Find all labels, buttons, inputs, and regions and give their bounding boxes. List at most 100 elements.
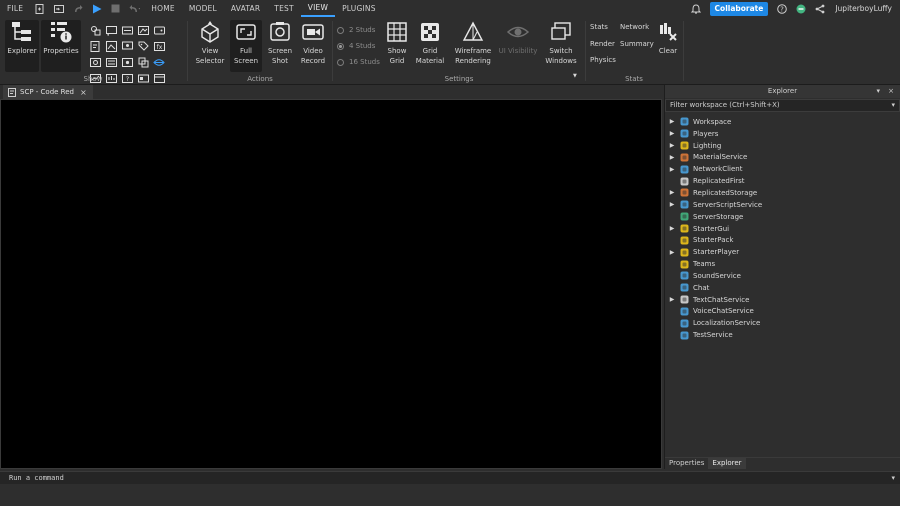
tree-item[interactable]: ▶ ReplicatedStorage	[665, 187, 900, 199]
tab-home[interactable]: HOME	[144, 0, 182, 17]
chevron-down-icon[interactable]: ▾	[891, 472, 895, 484]
asset-manager-icon[interactable]	[135, 22, 151, 38]
tab-view[interactable]: VIEW	[300, 0, 336, 17]
expand-arrow-icon[interactable]: ▶	[665, 296, 679, 303]
tree-item[interactable]: ServerStorage	[665, 211, 900, 223]
expand-arrow-icon[interactable]: ▶	[665, 201, 679, 208]
stud-option-16[interactable]: 16 Studs	[337, 54, 380, 70]
switch-windows-button[interactable]: Switch Windows	[540, 20, 582, 66]
tree-item[interactable]: ▶ MaterialService	[665, 152, 900, 164]
collision-groups-icon[interactable]	[135, 54, 151, 70]
toolbox-icon[interactable]	[87, 22, 103, 38]
find-results-icon[interactable]: fx	[151, 38, 167, 54]
voice-chat-service-icon	[679, 306, 689, 316]
terrain-editor-icon[interactable]	[103, 38, 119, 54]
stop-icon[interactable]	[110, 3, 121, 14]
tab-avatar[interactable]: AVATAR	[224, 0, 267, 17]
wireframe-rendering-button[interactable]: Wireframe Rendering	[453, 20, 493, 66]
3d-viewport[interactable]	[0, 99, 662, 469]
expand-arrow-icon[interactable]: ▶	[665, 142, 679, 149]
tab-properties[interactable]: Properties	[665, 458, 708, 469]
network-stats-button[interactable]: Network	[620, 23, 649, 31]
stud-option-2[interactable]: 2 Studs	[337, 22, 380, 38]
tree-item[interactable]: ReplicatedFirst	[665, 175, 900, 187]
properties-button[interactable]: Properties	[41, 20, 81, 72]
close-panel-icon[interactable]: ×	[888, 85, 894, 98]
video-record-button[interactable]: Video Record	[298, 20, 328, 66]
team-create-icon[interactable]	[119, 38, 135, 54]
explorer-filter-input[interactable]: Filter workspace (Ctrl+Shift+X) ▾	[665, 99, 900, 112]
collaborate-button[interactable]: Collaborate	[709, 1, 769, 16]
watch-icon[interactable]	[87, 54, 103, 70]
tree-item[interactable]: ▶ Players	[665, 128, 900, 140]
username-label[interactable]: JupiterboyLuffy	[835, 4, 892, 13]
document-tab[interactable]: SCP - Code Red ×	[3, 85, 93, 99]
tree-item[interactable]: ▶ Workspace	[665, 116, 900, 128]
file-menu[interactable]: FILE	[0, 0, 30, 17]
tree-item[interactable]: ▶ ServerScriptService	[665, 199, 900, 211]
expand-arrow-icon[interactable]: ▶	[665, 166, 679, 173]
tree-item[interactable]: Teams	[665, 258, 900, 270]
tab-model[interactable]: MODEL	[182, 0, 224, 17]
call-stack-icon[interactable]	[103, 54, 119, 70]
tab-test[interactable]: TEST	[267, 0, 300, 17]
command-bar-icon[interactable]	[119, 22, 135, 38]
share-icon[interactable]	[814, 3, 825, 14]
collapse-panel-icon[interactable]: ▾	[876, 85, 880, 98]
tree-item[interactable]: VoiceChatService	[665, 306, 900, 318]
play-icon[interactable]	[91, 3, 102, 14]
explorer-header: Explorer ▾ ×	[665, 85, 900, 98]
expand-arrow-icon[interactable]: ▶	[665, 249, 679, 256]
tree-item[interactable]: ▶ NetworkClient	[665, 163, 900, 175]
stats-button[interactable]: Stats	[590, 23, 608, 31]
expand-arrow-icon[interactable]: ▶	[665, 130, 679, 137]
tree-item[interactable]: StarterPack	[665, 234, 900, 246]
explorer-icon	[10, 20, 34, 44]
physics-stats-button[interactable]: Physics	[590, 56, 616, 64]
output-icon[interactable]	[103, 22, 119, 38]
starter-pack-icon	[679, 235, 689, 245]
tree-item[interactable]: SoundService	[665, 270, 900, 282]
tree-item[interactable]: LocalizationService	[665, 317, 900, 329]
clear-stats-button[interactable]: Clear	[656, 20, 680, 57]
stud-option-4[interactable]: 4 Studs	[337, 38, 380, 54]
expand-arrow-icon[interactable]: ▶	[665, 154, 679, 161]
tree-item[interactable]: ▶ Lighting	[665, 140, 900, 152]
script-analysis-icon[interactable]	[87, 38, 103, 54]
show-grid-button[interactable]: Show Grid	[384, 20, 410, 66]
chevron-down-icon[interactable]: ▾	[891, 100, 895, 111]
explorer-button[interactable]: Explorer	[5, 20, 39, 72]
summary-stats-button[interactable]: Summary	[620, 40, 654, 48]
tree-item[interactable]: Chat	[665, 282, 900, 294]
close-icon[interactable]: ×	[80, 88, 87, 97]
grid-material-button[interactable]: Grid Material	[414, 20, 446, 66]
redo-icon[interactable]	[72, 3, 83, 14]
tree-item-label: TestService	[693, 331, 733, 340]
full-screen-button[interactable]: Full Screen	[230, 20, 262, 72]
view-selector-button[interactable]: View Selector	[192, 20, 228, 66]
ui-visibility-button[interactable]: UI Visibility	[497, 20, 539, 57]
tab-explorer[interactable]: Explorer	[708, 458, 746, 469]
tree-item[interactable]: TestService	[665, 329, 900, 341]
expand-arrow-icon[interactable]: ▶	[665, 189, 679, 196]
screen-shot-button[interactable]: Screen Shot	[265, 20, 295, 66]
expand-arrow-icon[interactable]: ▶	[665, 225, 679, 232]
render-stats-button[interactable]: Render	[590, 40, 615, 48]
bell-icon[interactable]	[691, 3, 702, 14]
tag-editor-icon[interactable]	[135, 38, 151, 54]
game-explorer-icon[interactable]	[151, 22, 167, 38]
tree-item[interactable]: ▶ TextChatService	[665, 294, 900, 306]
status-icon[interactable]	[795, 3, 806, 14]
tab-plugins[interactable]: PLUGINS	[335, 0, 383, 17]
breakpoints-icon[interactable]	[119, 54, 135, 70]
undo-icon[interactable]	[129, 3, 141, 14]
expand-arrow-icon[interactable]: ▶	[665, 118, 679, 125]
new-file-icon[interactable]	[34, 3, 45, 14]
sound-service-icon	[679, 271, 689, 281]
command-bar[interactable]: Run a command ▾	[0, 471, 900, 484]
localization-icon[interactable]	[151, 54, 167, 70]
tree-item[interactable]: ▶ StarterPlayer	[665, 246, 900, 258]
tree-item[interactable]: ▶ StarterGui	[665, 223, 900, 235]
open-file-icon[interactable]	[53, 3, 64, 14]
help-icon[interactable]: ?	[776, 3, 787, 14]
